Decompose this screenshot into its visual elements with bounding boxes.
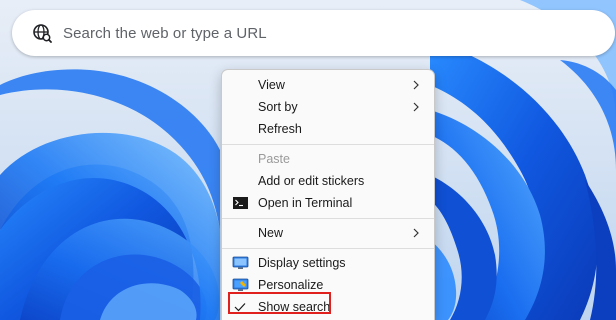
desktop[interactable]: Search the web or type a URL View Sort b… (0, 0, 616, 320)
menu-item-label: Add or edit stickers (258, 174, 365, 188)
chevron-right-icon (413, 228, 419, 238)
desktop-context-menu: View Sort by Refresh Paste Add or edit s… (221, 69, 435, 320)
menu-divider (222, 218, 434, 219)
menu-item-view[interactable]: View (222, 74, 434, 96)
menu-item-refresh[interactable]: Refresh (222, 118, 434, 140)
display-icon (232, 256, 249, 269)
menu-item-label: Open in Terminal (258, 196, 353, 210)
menu-item-new[interactable]: New (222, 222, 434, 244)
menu-item-label: Sort by (258, 100, 298, 114)
terminal-icon (233, 197, 248, 209)
menu-item-label: View (258, 78, 285, 92)
personalize-icon (232, 278, 249, 291)
menu-item-sort-by[interactable]: Sort by (222, 96, 434, 118)
menu-item-add-edit-stickers[interactable]: Add or edit stickers (222, 170, 434, 192)
menu-item-label: Display settings (258, 256, 346, 270)
chevron-right-icon (413, 102, 419, 112)
highlight-annotation (228, 292, 331, 314)
globe-search-icon (31, 22, 53, 44)
menu-item-label: Refresh (258, 122, 302, 136)
menu-item-label: Paste (258, 152, 290, 166)
search-input[interactable]: Search the web or type a URL (63, 25, 267, 42)
menu-item-open-in-terminal[interactable]: Open in Terminal (222, 192, 434, 214)
search-bar[interactable]: Search the web or type a URL (12, 10, 615, 56)
menu-item-display-settings[interactable]: Display settings (222, 252, 434, 274)
menu-item-label: Personalize (258, 278, 324, 292)
chevron-right-icon (413, 80, 419, 90)
menu-divider (222, 144, 434, 145)
menu-divider (222, 248, 434, 249)
menu-item-label: New (258, 226, 284, 240)
menu-item-paste: Paste (222, 148, 434, 170)
